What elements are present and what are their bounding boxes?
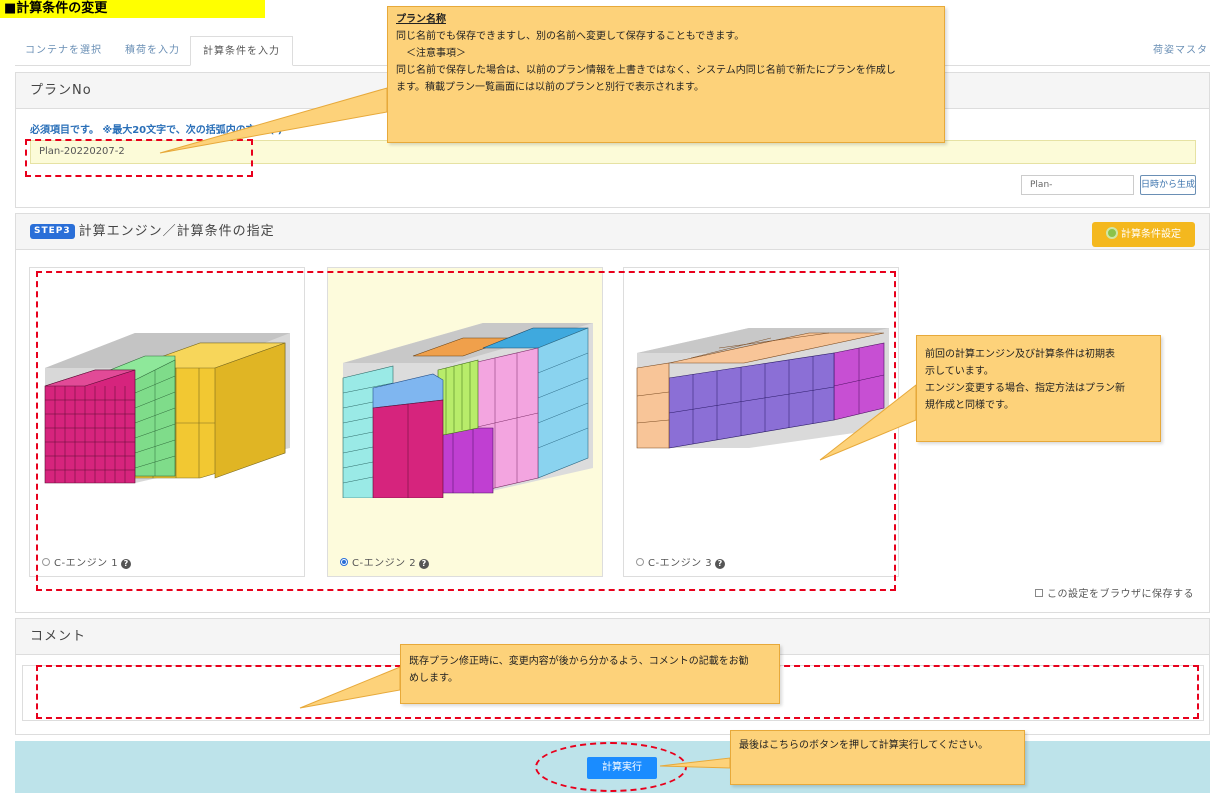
- callout-text: 同じ名前でも保存できますし、別の名前へ変更して保存することもできます。: [396, 31, 745, 42]
- callout-comment: 既存プラン修正時に、変更内容が後から分かるよう、コメントの記載をお勧 めします。: [400, 644, 780, 704]
- callout-text: 同じ名前で保存した場合は、以前のプラン情報を上書きではなく、システム内同じ名前で…: [396, 65, 896, 76]
- callout-text: 最後はこちらのボタンを押して計算実行してください。: [739, 740, 989, 751]
- engine-header: STEP3 計算エンジン／計算条件の指定: [16, 214, 1209, 250]
- packing-master-link[interactable]: 荷姿マスタ: [1153, 36, 1208, 66]
- callout-text: めします。: [409, 673, 458, 684]
- callout-text: ます。積載プラン一覧画面には以前のプランと別行で表示されます。: [396, 82, 704, 93]
- callout-text: 示しています。: [925, 366, 994, 377]
- callout-text: エンジン変更する場合、指定方法はプラン新: [925, 383, 1125, 394]
- callout-engine: 前回の計算エンジン及び計算条件は初期表 示しています。 エンジン変更する場合、指…: [916, 335, 1161, 442]
- highlight-plan-input: [25, 139, 253, 177]
- callout-text: 前回の計算エンジン及び計算条件は初期表: [925, 349, 1115, 360]
- callout-text: 規作成と同様です。: [925, 400, 1014, 411]
- callout-text: 既存プラン修正時に、変更内容が後から分かるよう、コメントの記載をお勧: [409, 656, 749, 667]
- calc-settings-button[interactable]: 計算条件設定: [1092, 222, 1195, 247]
- highlight-engine-cards: [36, 271, 896, 591]
- callout-text: ＜注意事項＞: [406, 48, 466, 59]
- highlight-execute: [535, 742, 687, 792]
- tab-select-container[interactable]: コンテナを選択: [25, 36, 102, 66]
- callout-plan-name: プラン名称 同じ名前でも保存できますし、別の名前へ変更して保存することもできます…: [387, 6, 945, 143]
- generate-from-datetime-button[interactable]: 日時から生成: [1140, 175, 1196, 195]
- tab-calc-conditions[interactable]: 計算条件を入力: [190, 36, 293, 66]
- page-title: ■計算条件の変更: [0, 0, 265, 18]
- plan-prefix-input[interactable]: Plan-: [1021, 175, 1134, 195]
- plan-required-note: 必須項目です。 ※最大20文字で、次の括弧内の文字( ): [30, 125, 283, 136]
- callout-execute: 最後はこちらのボタンを押して計算実行してください。: [730, 730, 1025, 785]
- tab-input-cargo[interactable]: 積荷を入力: [125, 36, 180, 66]
- gear-icon: [1106, 227, 1118, 239]
- save-to-browser-checkbox[interactable]: [1035, 589, 1043, 597]
- save-to-browser-option[interactable]: この設定をブラウザに保存する: [1035, 585, 1194, 600]
- step-badge: STEP3: [30, 224, 75, 239]
- callout-plan-name-title: プラン名称: [396, 14, 446, 25]
